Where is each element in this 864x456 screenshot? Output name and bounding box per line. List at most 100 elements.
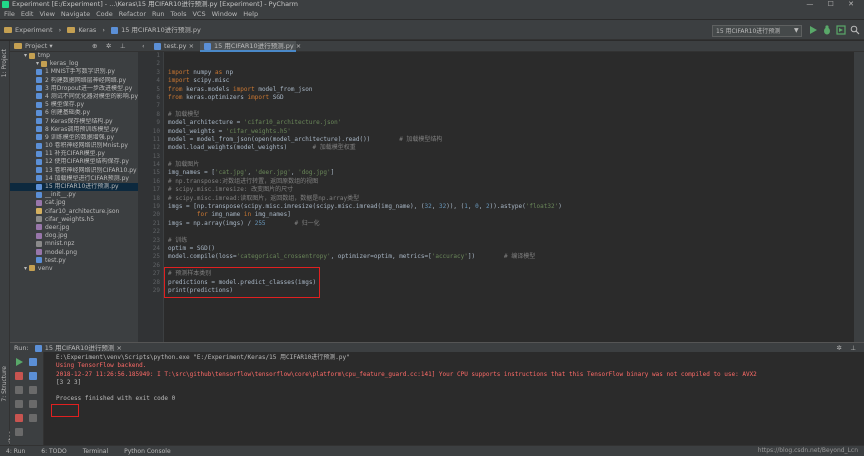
tree-item-label: 5 模型保存.py xyxy=(45,101,84,109)
menu-item-code[interactable]: Code xyxy=(96,10,113,18)
tree-item[interactable]: ▾ keras_log xyxy=(10,60,138,68)
code-token: # scipy.misc.imresize: 改变图片的尺寸 xyxy=(168,186,294,194)
scroll-down-icon[interactable] xyxy=(29,372,37,380)
menu-item-run[interactable]: Run xyxy=(152,10,164,18)
tree-item[interactable]: 13 卷积神经网络识别CIFAR10.py xyxy=(10,167,138,175)
line-number: 19 xyxy=(152,203,160,211)
tab-cifar10-predict[interactable]: 15 用CIFAR10进行预测.py × xyxy=(200,41,301,52)
bottom-tool-6-todo[interactable]: 6: TODO xyxy=(41,448,66,455)
line-number: 22 xyxy=(152,228,160,236)
menu-item-vcs[interactable]: VCS xyxy=(192,10,205,18)
run-configuration-select[interactable]: 15 用CIFAR10进行预测 xyxy=(712,25,802,37)
python-file-icon xyxy=(154,42,161,50)
breadcrumb-keras[interactable]: Keras xyxy=(67,20,96,40)
code-token: imgs = np.array(imgs) / xyxy=(168,219,255,227)
tree-item[interactable]: 4 测试不同优化器对模型的影响.py xyxy=(10,93,138,101)
sync-icon[interactable]: ⊕ xyxy=(92,41,97,52)
scroll-up-icon[interactable] xyxy=(29,358,37,366)
tree-item[interactable]: deer.jpg xyxy=(10,224,138,232)
tree-item-label: 10 卷积神经网络识别Mnist.py xyxy=(45,142,128,150)
bottom-tool-terminal[interactable]: Terminal xyxy=(83,448,108,455)
file-icon xyxy=(36,208,42,215)
coverage-icon[interactable] xyxy=(836,25,846,35)
bottom-tool-4-run[interactable]: 4: Run xyxy=(6,448,25,455)
menu-item-view[interactable]: View xyxy=(39,10,54,18)
breadcrumb-file[interactable]: 15 用CIFAR10进行预测.py xyxy=(111,20,201,40)
stop-icon[interactable] xyxy=(15,372,23,380)
settings-icon[interactable]: ✲ xyxy=(106,41,111,52)
tab-scroll-left[interactable]: ‹ xyxy=(138,41,146,52)
tree-item[interactable]: ▾ tmp xyxy=(10,52,138,60)
line-number: 9 xyxy=(156,119,160,127)
bottom-tool-python-console[interactable]: Python Console xyxy=(124,448,171,455)
help-icon[interactable] xyxy=(15,428,23,436)
line-number: 25 xyxy=(152,253,160,261)
code-token: , xyxy=(247,169,255,177)
pin-icon[interactable] xyxy=(15,400,23,408)
run-console[interactable]: E:\Experiment\venv\Scripts\python.exe "E… xyxy=(44,352,864,445)
tree-item[interactable]: cifar10_architecture.json xyxy=(10,208,138,216)
menu-item-navigate[interactable]: Navigate xyxy=(61,10,90,18)
menu-item-help[interactable]: Help xyxy=(243,10,258,18)
tree-item-label: 12 使用CIFAR模型结构保存.py xyxy=(45,158,129,166)
editor-tabs: ‹ test.py × 15 用CIFAR10进行预测.py × xyxy=(138,41,864,52)
menu-item-refactor[interactable]: Refactor xyxy=(119,10,146,18)
run-config-tab[interactable]: 15 用CIFAR10进行预测 xyxy=(45,344,115,352)
search-icon[interactable] xyxy=(850,25,860,35)
menu-item-window[interactable]: Window xyxy=(212,10,238,18)
tree-item[interactable]: 15 用CIFAR10进行预测.py xyxy=(10,183,138,192)
menu-item-tools[interactable]: Tools xyxy=(170,10,186,18)
tree-item[interactable]: 10 卷积神经网络识别Mnist.py xyxy=(10,142,138,150)
print-icon[interactable] xyxy=(29,400,37,408)
close-icon[interactable] xyxy=(15,414,23,422)
line-number: 28 xyxy=(152,278,160,286)
chevron-down-icon[interactable]: ▾ xyxy=(49,42,52,50)
code-token: # 加载模型权重 xyxy=(312,144,356,152)
tree-item[interactable]: 6 创建基础类.py xyxy=(10,109,138,117)
structure-tool-tab[interactable]: 7: Structure xyxy=(1,366,8,402)
collapse-icon[interactable]: ⊥ xyxy=(120,41,126,52)
menu-item-edit[interactable]: Edit xyxy=(21,10,34,18)
tree-item[interactable]: 9 训练模型的数据增强.py xyxy=(10,134,138,142)
tree-item-label: cifar10_architecture.json xyxy=(45,207,120,215)
tree-item[interactable]: 8 Keras调用预训练模型.py xyxy=(10,126,138,134)
tree-item[interactable]: 7 Keras保存模型结构.py xyxy=(10,118,138,126)
trash-icon[interactable] xyxy=(29,414,37,422)
tree-item[interactable]: model.png xyxy=(10,249,138,257)
code-token: import xyxy=(247,93,273,101)
tree-item[interactable]: __init__.py xyxy=(10,191,138,199)
tree-item[interactable]: 3 用Dropout进一步改进模型.py xyxy=(10,85,138,93)
tree-item[interactable]: 1 MNIST手写数字识别.py xyxy=(10,68,138,76)
line-number: 16 xyxy=(152,177,160,185)
python-file-icon xyxy=(36,175,42,182)
tree-item[interactable]: test.py xyxy=(10,257,138,265)
tab-test-py[interactable]: test.py × xyxy=(150,41,198,52)
tree-item[interactable]: mnist.npz xyxy=(10,240,138,248)
code-token: )).astype( xyxy=(489,203,526,211)
wrap-icon[interactable] xyxy=(29,386,37,394)
project-panel-title[interactable]: Project xyxy=(25,42,47,50)
window-controls[interactable]: — ☐ ✕ xyxy=(806,0,860,9)
tree-item[interactable]: dog.jpg xyxy=(10,232,138,240)
tree-item[interactable]: 14 加载模型进行CIFAR预测.py xyxy=(10,175,138,183)
tree-item[interactable]: 11 补充CIFAR模型.py xyxy=(10,150,138,158)
rerun-icon[interactable] xyxy=(15,358,23,366)
code-token: )), ( xyxy=(446,203,465,211)
project-tool-tab[interactable]: 1: Project xyxy=(1,49,8,77)
debug-icon[interactable] xyxy=(822,25,832,35)
menu-item-file[interactable]: File xyxy=(4,10,15,18)
tree-item-label: 7 Keras保存模型结构.py xyxy=(45,117,113,125)
breadcrumb-experiment[interactable]: Experiment xyxy=(4,20,53,40)
tree-item[interactable]: 5 模型保存.py xyxy=(10,101,138,109)
code-line: model.compile(loss='categorical_crossent… xyxy=(164,253,854,261)
pause-icon[interactable] xyxy=(15,386,23,394)
line-number: 20 xyxy=(152,211,160,219)
tree-item[interactable]: 2 构建数据网络层神经网络.py xyxy=(10,77,138,85)
code-editor[interactable]: import numpy as np import scipy.misc from … xyxy=(164,52,854,342)
tree-item[interactable]: cifar_weights.h5 xyxy=(10,216,138,224)
tree-item[interactable]: cat.jpg xyxy=(10,199,138,207)
tree-item[interactable]: 12 使用CIFAR模型结构保存.py xyxy=(10,158,138,166)
console-line: Process finished with exit code 0 xyxy=(56,395,176,403)
run-icon[interactable] xyxy=(808,25,818,35)
tree-item[interactable]: ▾ venv xyxy=(10,265,138,273)
